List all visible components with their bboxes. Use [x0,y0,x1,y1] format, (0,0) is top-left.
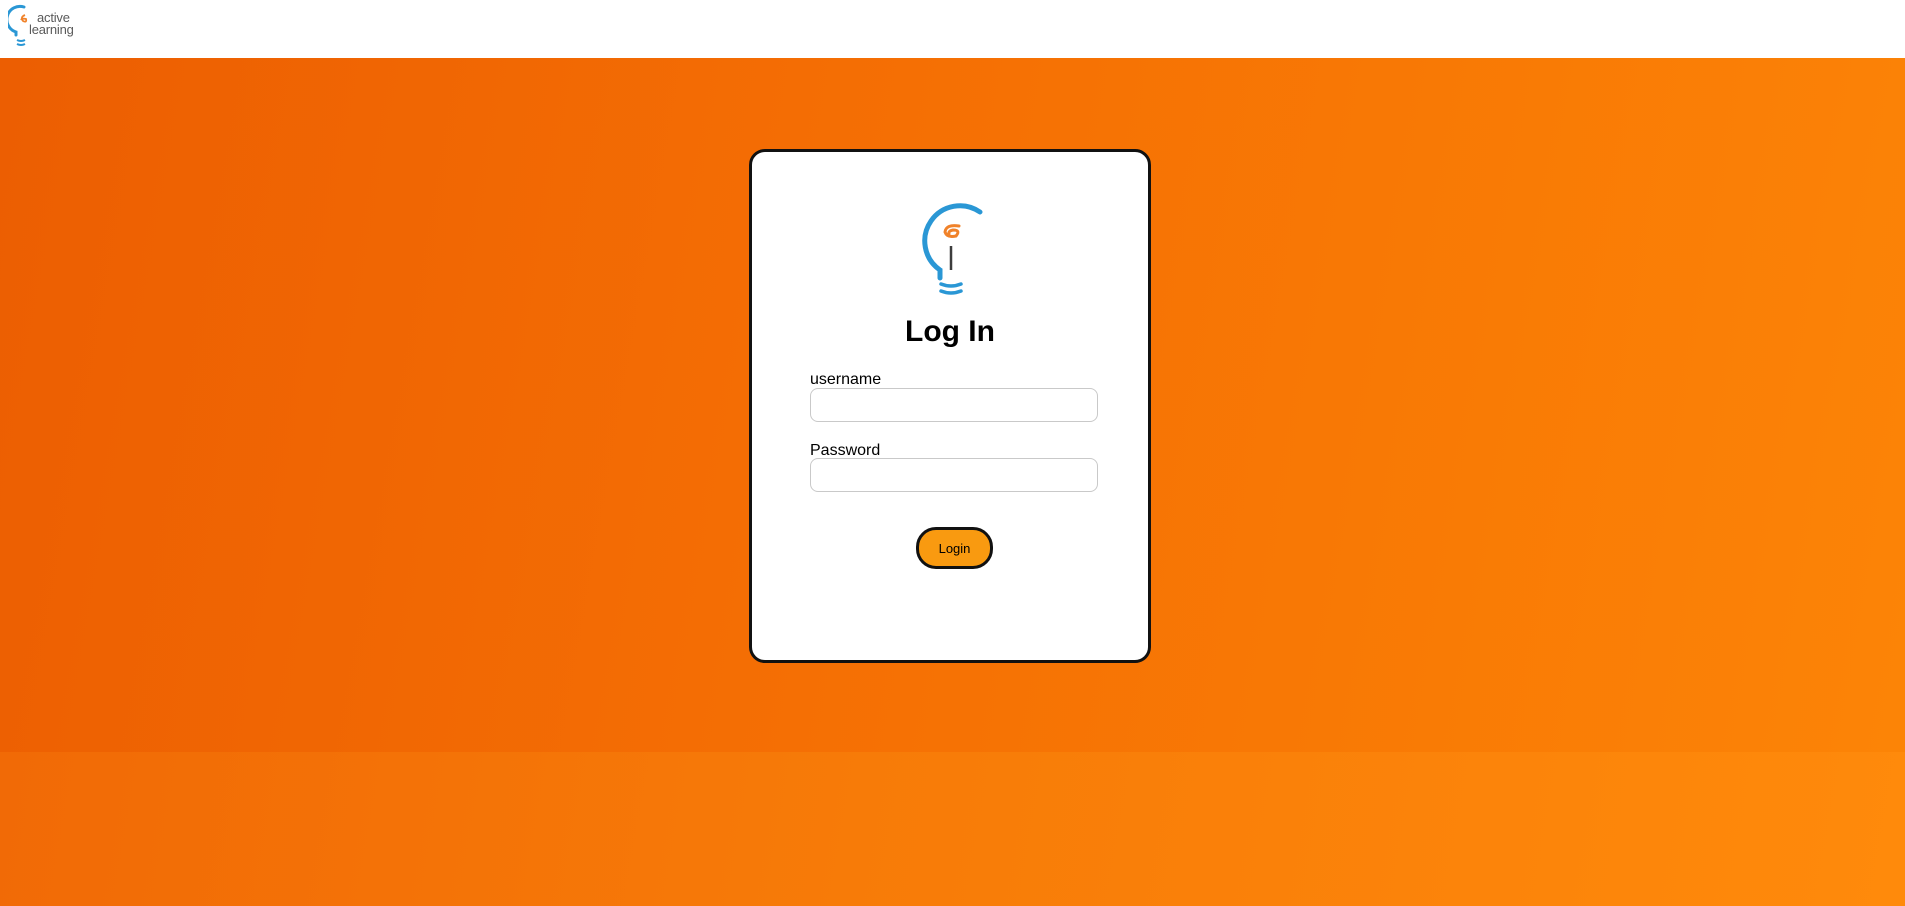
brand-line-2: learning [29,22,74,37]
username-label: username [810,371,882,388]
brand-logo[interactable]: active learning [8,3,78,49]
login-button[interactable]: Login [916,527,993,569]
footer-background [0,752,1905,906]
page-title: Log In [905,315,995,348]
brand-wordmark: active learning [29,11,74,37]
login-card: Log In username Password Login [749,149,1151,663]
top-navbar: active learning [0,0,1905,58]
username-field[interactable] [810,388,1098,422]
lightbulb-icon [922,203,983,295]
password-field[interactable] [810,458,1098,492]
